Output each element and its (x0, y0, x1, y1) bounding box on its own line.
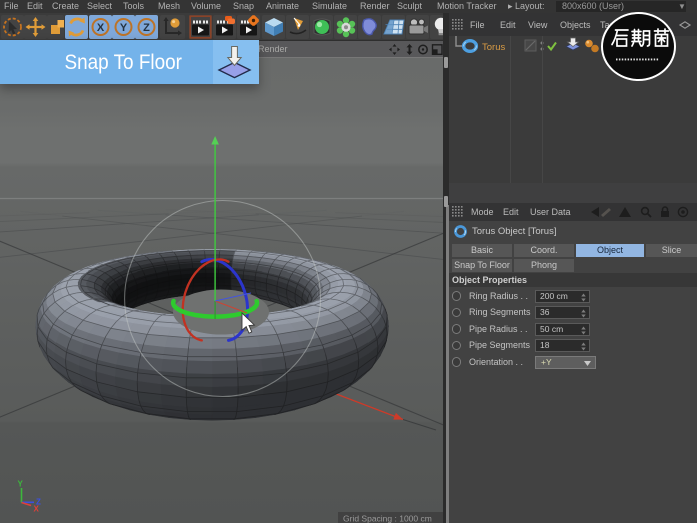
svg-text:Grid Spacing : 1000 cm: Grid Spacing : 1000 cm (343, 514, 432, 523)
svg-text:Torus: Torus (482, 42, 505, 53)
svg-text:Y: Y (18, 480, 24, 489)
svg-text:Z: Z (143, 22, 150, 34)
svg-text:Y: Y (120, 22, 128, 34)
svg-text:X: X (97, 22, 105, 34)
svg-text:X: X (34, 505, 40, 514)
